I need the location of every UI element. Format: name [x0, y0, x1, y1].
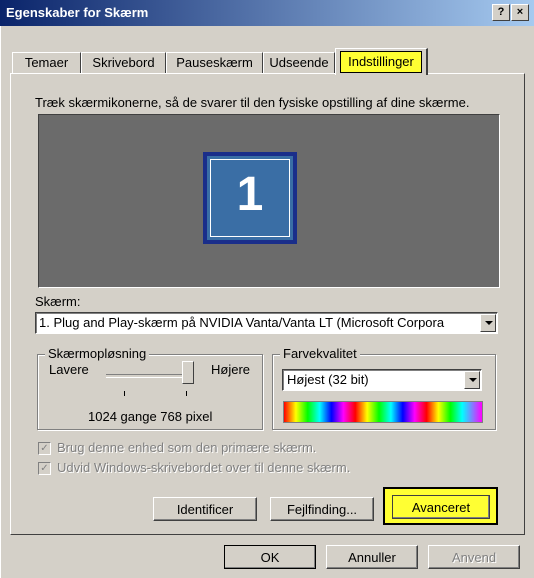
resolution-slider-thumb[interactable] [182, 361, 194, 384]
instructions-text: Træk skærmikonerne, så de svarer til den… [35, 95, 470, 110]
display-select-value: 1. Plug and Play-skærm på NVIDIA Vanta/V… [39, 315, 445, 330]
resolution-value-text: 1024 gange 768 pixel [88, 409, 213, 424]
resolution-slider-track[interactable] [106, 374, 192, 378]
slider-tick [124, 391, 125, 396]
close-button[interactable]: × [511, 4, 529, 21]
display-label: Skærm: [35, 294, 81, 309]
color-spectrum-bar [283, 401, 483, 423]
resolution-less-label: Lavere [49, 362, 89, 377]
troubleshoot-button[interactable]: Fejlfinding... [270, 497, 374, 521]
chevron-down-icon[interactable] [464, 371, 480, 389]
primary-display-label: Brug denne enhed som den primære skærm. [57, 440, 317, 455]
color-quality-legend: Farvekvalitet [280, 346, 360, 361]
chevron-down-icon[interactable] [480, 314, 496, 332]
primary-display-checkbox[interactable]: ✓ [38, 442, 51, 455]
tab-temaer[interactable]: Temaer [12, 52, 81, 73]
help-button[interactable]: ? [492, 4, 510, 21]
monitor-1-icon[interactable]: 1 [203, 152, 297, 244]
apply-button[interactable]: Anvend [428, 545, 520, 569]
title-bar[interactable]: Egenskaber for Skærm ? × [0, 0, 534, 26]
window-frame [0, 26, 4, 578]
slider-tick [186, 391, 187, 396]
tab-indstillinger-label: Indstillinger [340, 51, 422, 73]
ok-button[interactable]: OK [224, 545, 316, 569]
advanced-button[interactable]: Avanceret [392, 495, 490, 519]
tab-udseende[interactable]: Udseende [263, 52, 335, 73]
tab-pauseskaerm[interactable]: Pauseskærm [166, 52, 263, 73]
identify-button[interactable]: Identificer [153, 497, 257, 521]
tab-indstillinger[interactable]: Indstillinger [335, 48, 428, 75]
display-select[interactable]: 1. Plug and Play-skærm på NVIDIA Vanta/V… [35, 312, 498, 334]
extend-desktop-checkbox[interactable]: ✓ [38, 462, 51, 475]
extend-desktop-label: Udvid Windows-skrivebordet over til denn… [57, 460, 351, 475]
resolution-more-label: Højere [211, 362, 251, 377]
color-quality-value: Højest (32 bit) [287, 372, 369, 387]
monitor-number: 1 [236, 168, 264, 221]
resolution-legend: Skærmopløsning [45, 346, 150, 361]
window-title: Egenskaber for Skærm [6, 5, 149, 20]
cancel-button[interactable]: Annuller [326, 545, 418, 569]
tab-skrivebord[interactable]: Skrivebord [81, 52, 166, 73]
color-quality-select[interactable]: Højest (32 bit) [282, 369, 482, 391]
